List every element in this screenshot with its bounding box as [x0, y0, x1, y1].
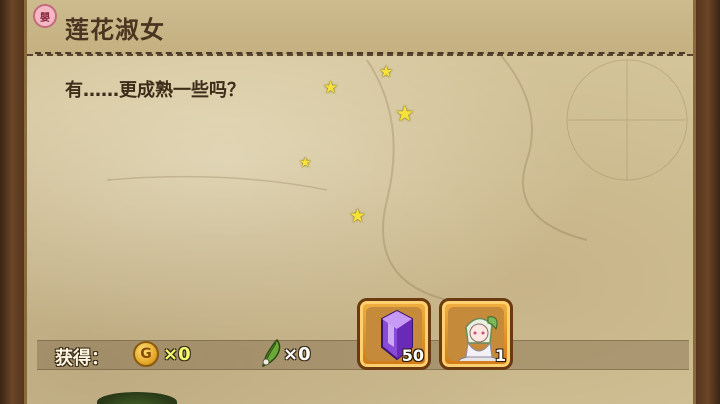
- reward-label: 获得：: [55, 348, 109, 369]
- reward-item-gem[interactable]: 50: [357, 298, 431, 370]
- dialogue-text: 有……更成熟一些吗？: [65, 80, 245, 101]
- star-icon: ★: [379, 62, 394, 81]
- leaf-icon: [262, 338, 281, 368]
- star-icon: ★: [323, 78, 339, 98]
- gold-coin-icon: G: [133, 341, 159, 367]
- gem-count: 50: [401, 346, 424, 365]
- badge-icon: 嬰: [33, 4, 57, 28]
- character-count: 1: [494, 346, 506, 365]
- star-icon: ★: [349, 205, 367, 227]
- star-icon: ★: [299, 155, 312, 171]
- title-header: 嬰 莲花淑女: [27, 0, 693, 56]
- star-icon: ★: [395, 102, 415, 127]
- leaf-count: ×0: [283, 344, 311, 365]
- header-divider: [35, 52, 685, 54]
- reward-item-character[interactable]: 1: [439, 298, 513, 370]
- page-title: 莲花淑女: [65, 16, 165, 44]
- dialogue-panel: 嬰 莲花淑女 有……更成熟一些吗？ ★ ★ ★ ★ ★ 获得： G ×0 ×0 …: [24, 0, 696, 404]
- gold-count: ×0: [163, 344, 191, 365]
